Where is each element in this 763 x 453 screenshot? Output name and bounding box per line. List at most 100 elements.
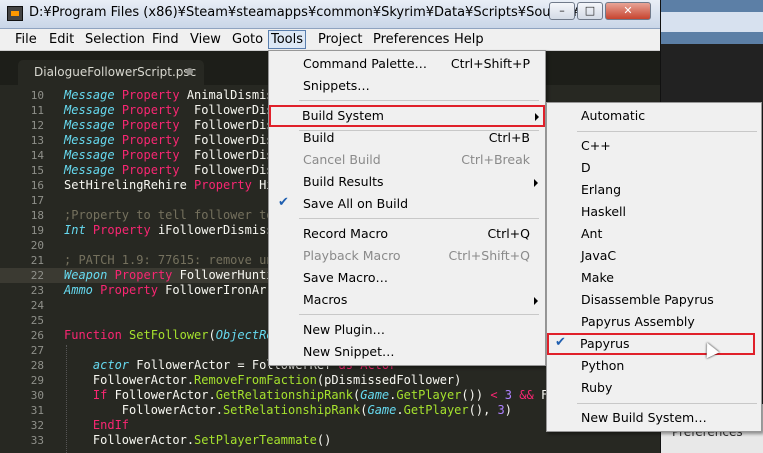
code-text: Weapon Property FollowerHunti <box>64 268 274 282</box>
menu-separator <box>299 314 539 315</box>
build-system-erlang[interactable]: Erlang <box>548 179 760 201</box>
close-button[interactable]: ✕ <box>605 2 651 20</box>
menu-separator <box>577 403 757 404</box>
line-number: 23 <box>30 284 44 297</box>
build-system-item-label: Erlang <box>581 182 622 197</box>
menu-view[interactable]: View <box>188 31 223 48</box>
title-bar: D:¥Program Files (x86)¥Steam¥steamapps¥c… <box>0 0 660 29</box>
build-system-item-label: Python <box>581 358 625 373</box>
menu-file[interactable]: File <box>13 31 39 48</box>
menu-tools[interactable]: Tools <box>268 30 307 49</box>
code-text: Message Property FollowerDis <box>64 118 274 132</box>
menu-help[interactable]: Help <box>452 31 486 48</box>
build-system-item-label: Papyrus Assembly <box>581 314 695 329</box>
window-title: D:¥Program Files (x86)¥Steam¥steamapps¥c… <box>29 5 592 20</box>
line-number: 13 <box>30 134 44 147</box>
cancel-build-label: Cancel Build <box>303 152 381 167</box>
menu-preferences[interactable]: Preferences <box>371 31 451 48</box>
submenu-arrow-icon <box>535 113 539 121</box>
tools-playback-macro: Playback Macro Ctrl+Shift+Q <box>270 245 544 267</box>
line-number: 33 <box>30 434 44 447</box>
build-system-cpp[interactable]: C++ <box>548 135 760 157</box>
code-text: FollowerActor.SetPlayerTeammate() <box>64 433 332 447</box>
build-system-python[interactable]: Python <box>548 355 760 377</box>
build-system-ruby[interactable]: Ruby <box>548 377 760 399</box>
menu-project[interactable]: Project <box>316 31 364 48</box>
save-all-on-build-label: Save All on Build <box>303 196 409 211</box>
menu-find[interactable]: Find <box>150 31 181 48</box>
line-number: 32 <box>30 419 44 432</box>
code-text: Message Property AnimalDismiss <box>64 88 281 102</box>
build-system-item-label: Disassemble Papyrus <box>581 292 714 307</box>
line-number: 21 <box>30 254 44 267</box>
code-text: ; PATCH 1.9: 77615: remove un <box>64 253 274 267</box>
save-macro-label: Save Macro… <box>303 270 388 285</box>
build-system-haskell[interactable]: Haskell <box>548 201 760 223</box>
maximize-button[interactable]: □ <box>577 2 603 20</box>
build-system-ant[interactable]: Ant <box>548 223 760 245</box>
build-system-papyrus-assembly[interactable]: Papyrus Assembly <box>548 311 760 333</box>
line-number: 30 <box>30 389 44 402</box>
tools-save-macro[interactable]: Save Macro… <box>270 267 544 289</box>
tools-cancel-build: Cancel Build Ctrl+Break <box>270 149 544 171</box>
unsaved-dot-icon[interactable] <box>186 68 193 75</box>
tools-build-system[interactable]: Build System <box>269 105 545 127</box>
tools-save-all-on-build[interactable]: ✔ Save All on Build <box>270 193 544 215</box>
line-number: 17 <box>30 194 44 207</box>
line-number: 27 <box>30 344 44 357</box>
build-system-label: Build System <box>302 108 384 123</box>
build-system-new[interactable]: New Build System… <box>548 407 760 429</box>
build-system-item-label: JavaC <box>581 248 617 263</box>
line-number: 25 <box>30 314 44 327</box>
line-number: 29 <box>30 374 44 387</box>
build-system-item-label: Papyrus <box>580 336 630 351</box>
tools-build[interactable]: Build Ctrl+B <box>270 127 544 149</box>
code-text: Message Property FollowerDis <box>64 133 274 147</box>
menu-selection[interactable]: Selection <box>83 31 147 48</box>
menu-goto[interactable]: Goto <box>230 31 265 48</box>
build-system-javac[interactable]: JavaC <box>548 245 760 267</box>
checkmark-icon: ✔ <box>278 195 289 210</box>
record-macro-label: Record Macro <box>303 226 388 241</box>
build-system-item-label: D <box>581 160 591 175</box>
code-line[interactable]: 33 FollowerActor.SetPlayerTeammate() <box>0 433 660 448</box>
line-number: 12 <box>30 119 44 132</box>
build-system-papyrus[interactable]: ✔ Papyrus <box>547 333 755 355</box>
build-results-label: Build Results <box>303 174 384 189</box>
record-macro-shortcut: Ctrl+Q <box>487 226 530 241</box>
menu-edit[interactable]: Edit <box>47 31 76 48</box>
build-system-item-label: Ant <box>581 226 603 241</box>
build-system-disassemble-papyrus[interactable]: Disassemble Papyrus <box>548 289 760 311</box>
line-number: 15 <box>30 164 44 177</box>
macros-label: Macros <box>303 292 348 307</box>
minimize-button[interactable]: – <box>549 2 575 20</box>
code-text: Message Property FollowerDis <box>64 148 274 162</box>
tab-label: DialogueFollowerScript.psc <box>34 65 197 79</box>
app-icon <box>7 6 23 21</box>
line-number: 20 <box>30 239 44 252</box>
tab-dialoguefollowerscript[interactable]: DialogueFollowerScript.psc <box>18 60 204 85</box>
code-text: Int Property iFollowerDismiss <box>64 223 274 237</box>
code-text: Ammo Property FollowerIronArr <box>64 283 274 297</box>
line-number: 24 <box>30 299 44 312</box>
build-system-make[interactable]: Make <box>548 267 760 289</box>
tools-build-results[interactable]: Build Results <box>270 171 544 193</box>
tools-macros[interactable]: Macros <box>270 289 544 311</box>
command-palette-shortcut: Ctrl+Shift+P <box>450 56 530 71</box>
tools-new-plugin[interactable]: New Plugin… <box>270 319 544 341</box>
code-text: Function SetFollower(ObjectRe <box>64 328 274 342</box>
line-number: 22 <box>30 269 44 282</box>
line-number: 14 <box>30 149 44 162</box>
build-system-d[interactable]: D <box>548 157 760 179</box>
tools-record-macro[interactable]: Record Macro Ctrl+Q <box>270 223 544 245</box>
cancel-build-shortcut: Ctrl+Break <box>461 152 530 167</box>
line-number: 19 <box>30 224 44 237</box>
tools-new-snippet[interactable]: New Snippet… <box>270 341 544 363</box>
menu-separator <box>577 131 757 132</box>
build-system-automatic[interactable]: Automatic <box>548 105 760 127</box>
new-plugin-label: New Plugin… <box>303 322 386 337</box>
tools-snippets[interactable]: Snippets… <box>270 75 544 97</box>
code-text: ;Property to tell follower to <box>64 208 274 222</box>
build-label: Build <box>303 130 335 145</box>
tools-command-palette[interactable]: Command Palette… Ctrl+Shift+P <box>270 53 544 75</box>
